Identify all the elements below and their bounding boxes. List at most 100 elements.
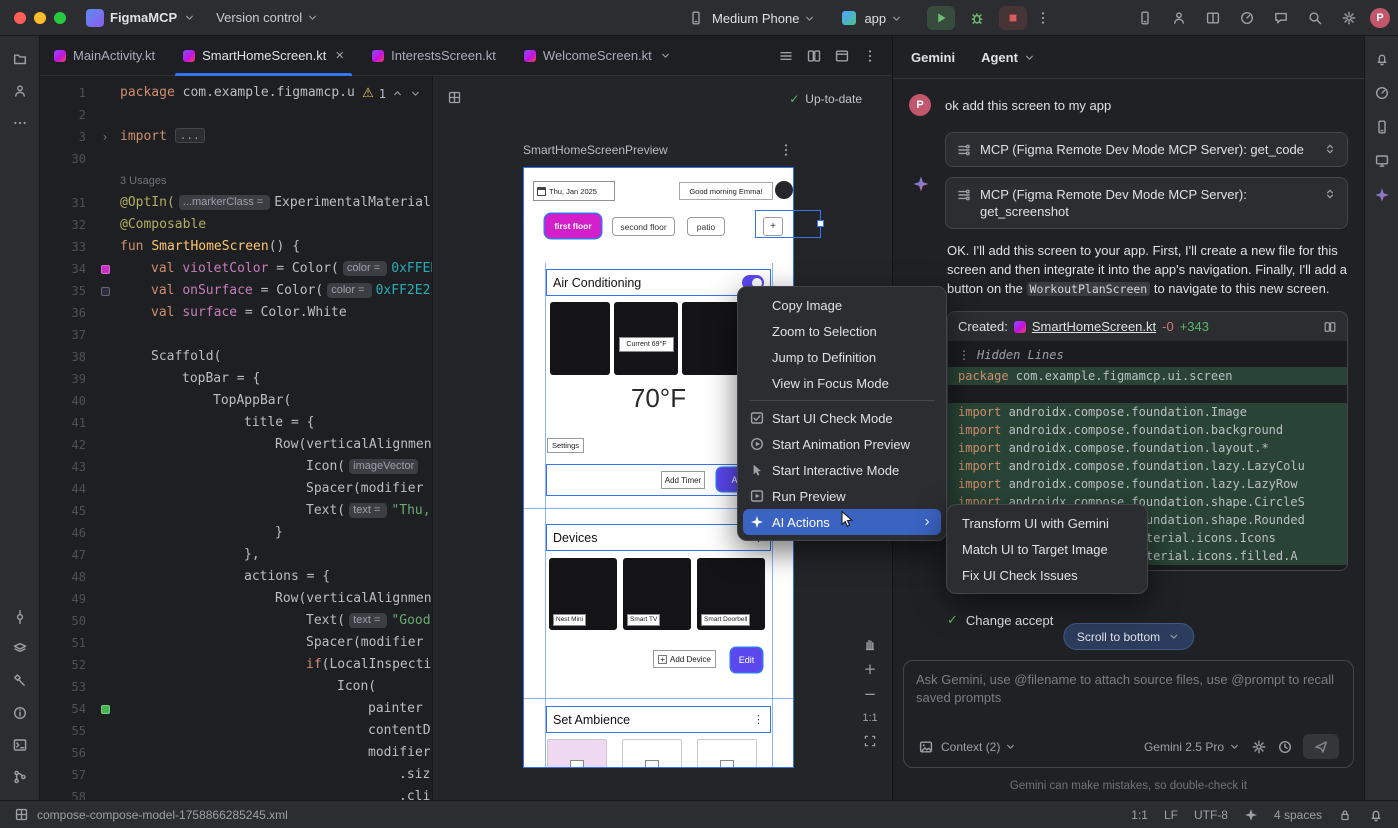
commit-icon[interactable] <box>7 604 33 630</box>
add-timer-button[interactable]: Add Timer <box>661 471 705 489</box>
chat-history-clock-icon[interactable] <box>1277 739 1293 755</box>
code-line[interactable]: 46} <box>40 522 432 544</box>
notifications-icon[interactable] <box>1368 807 1384 823</box>
profiler-icon[interactable] <box>1369 80 1395 106</box>
tab-mainactivity-kt[interactable]: MainActivity.kt <box>40 36 169 75</box>
code-line[interactable]: 58.cli <box>40 786 432 800</box>
device-card-smart-doorbell[interactable]: Smart Doorbell <box>697 558 765 630</box>
attach-image-icon[interactable] <box>918 739 934 755</box>
device-selector[interactable]: Medium Phone <box>712 11 816 26</box>
code-line[interactable]: 56modifier <box>40 742 432 764</box>
ambience-card[interactable] <box>697 739 757 768</box>
gemini-status-icon[interactable] <box>1244 808 1258 822</box>
code-line[interactable]: 3›import ... <box>40 126 432 148</box>
ambience-card[interactable] <box>547 739 607 768</box>
detach-editor-icon[interactable] <box>834 48 850 64</box>
zoom-level[interactable]: 1:1 <box>862 712 877 724</box>
add-device-button[interactable]: + Add Device <box>653 650 716 668</box>
tool-call-card[interactable]: MCP (Figma Remote Dev Mode MCP Server): … <box>945 132 1348 167</box>
zoom-to-fit-icon[interactable] <box>863 734 877 748</box>
search-everywhere-icon[interactable] <box>1302 6 1328 30</box>
filter-chip-first-floor[interactable]: first floor <box>545 214 601 238</box>
code-line[interactable]: 48actions = { <box>40 566 432 588</box>
code-line[interactable]: 33fun SmartHomeScreen() { <box>40 236 432 258</box>
code-line[interactable]: 34val violetColor = Color(color = 0xFFEB <box>40 258 432 280</box>
code-line[interactable]: 43Icon(imageVector <box>40 456 432 478</box>
chat-settings-gear-icon[interactable] <box>1251 739 1267 755</box>
editor-layout-icon[interactable] <box>1200 6 1226 30</box>
editor-list-icon[interactable] <box>778 48 794 64</box>
readonly-lock-icon[interactable] <box>1338 808 1352 822</box>
editor-options-kebab-icon[interactable] <box>862 48 878 64</box>
project-folder-icon[interactable] <box>7 46 33 72</box>
resize-handle[interactable] <box>817 220 824 227</box>
code-line[interactable]: 39topBar = { <box>40 368 432 390</box>
edit-button[interactable]: Edit <box>731 648 762 672</box>
menu-item-start-animation-preview[interactable]: Start Animation Preview <box>743 431 941 457</box>
line-separator[interactable]: LF <box>1164 808 1178 822</box>
code-line[interactable]: 30 <box>40 148 432 170</box>
zoom-window-button[interactable] <box>54 12 66 24</box>
terminal-icon[interactable] <box>7 732 33 758</box>
layers-icon[interactable] <box>7 636 33 662</box>
project-switcher[interactable]: FigmaMCP <box>86 9 196 27</box>
selection-bounds[interactable] <box>755 210 821 238</box>
tool-call-card[interactable]: MCP (Figma Remote Dev Mode MCP Server): … <box>945 177 1348 229</box>
kebab-icon[interactable]: ⋮ <box>753 713 764 726</box>
context-selector[interactable]: Context (2) <box>941 740 1017 754</box>
code-line[interactable]: 40TopAppBar( <box>40 390 432 412</box>
settings-chip[interactable]: Settings <box>547 438 584 453</box>
ambience-card[interactable] <box>622 739 682 768</box>
caret-position[interactable]: 1:1 <box>1131 808 1148 822</box>
device-manager-icon[interactable] <box>1132 6 1158 30</box>
code-line[interactable]: 41title = { <box>40 412 432 434</box>
notifications-bell-icon[interactable] <box>1369 46 1395 72</box>
code-line[interactable]: 57.siz <box>40 764 432 786</box>
zoom-out-button[interactable]: − <box>864 687 877 702</box>
tab-smarthomescreen-kt[interactable]: SmartHomeScreen.kt × <box>169 36 358 75</box>
problems-icon[interactable] <box>7 700 33 726</box>
build-icon[interactable] <box>7 668 33 694</box>
send-button[interactable] <box>1303 734 1339 759</box>
code-line[interactable]: 45Text(text = "Thu, <box>40 500 432 522</box>
debug-button[interactable] <box>963 6 991 30</box>
menu-item-copy-image[interactable]: Copy Image <box>743 292 941 318</box>
code-line[interactable]: 54painter <box>40 698 432 720</box>
gemini-chat-icon[interactable] <box>1268 6 1294 30</box>
code-line[interactable]: 42Row(verticalAlignmen <box>40 434 432 456</box>
preview-title[interactable]: SmartHomeScreenPreview <box>523 143 668 157</box>
usages-hint[interactable]: 3 Usages <box>40 170 432 192</box>
date-chip[interactable]: Thu, Jan 2025 <box>533 181 615 201</box>
expand-collapse-icon[interactable] <box>1323 142 1337 156</box>
color-preview-swatch[interactable] <box>101 265 110 274</box>
next-issue-chevron-icon[interactable] <box>409 87 422 100</box>
settings-gear-icon[interactable] <box>1336 6 1362 30</box>
stop-button[interactable] <box>999 6 1027 30</box>
inspection-widget[interactable]: ⚠ 1 <box>362 86 422 101</box>
code-editor[interactable]: ⚠ 1 1package com.example.figmamcp.u23›im… <box>40 76 432 800</box>
more-actions-kebab-icon[interactable] <box>1035 10 1051 26</box>
profile-avatar[interactable] <box>775 181 793 199</box>
minimize-window-button[interactable] <box>34 12 46 24</box>
indent-config[interactable]: 4 spaces <box>1274 808 1322 822</box>
color-preview-swatch[interactable] <box>101 287 110 296</box>
menu-item-ai-actions[interactable]: AI Actions <box>743 509 941 535</box>
running-devices-icon[interactable] <box>1369 148 1395 174</box>
hidden-lines-row[interactable]: ⋮Hidden Lines <box>948 346 1347 367</box>
version-control-icon[interactable] <box>7 764 33 790</box>
vcs-widget[interactable]: Version control <box>216 10 319 25</box>
menu-item-jump-to-definition[interactable]: Jump to Definition <box>743 344 941 370</box>
run-config-selector[interactable]: app <box>864 11 903 26</box>
device-explorer-icon[interactable] <box>1369 114 1395 140</box>
zoom-in-button[interactable]: + <box>864 662 877 677</box>
file-encoding[interactable]: UTF-8 <box>1194 808 1228 822</box>
expand-collapse-icon[interactable] <box>1323 187 1337 201</box>
tab-agent[interactable]: Agent <box>981 50 1036 65</box>
code-line[interactable]: 53Icon( <box>40 676 432 698</box>
code-line[interactable]: 31@OptIn(...markerClass = ExperimentalMa… <box>40 192 432 214</box>
tab-welcomescreen-kt[interactable]: WelcomeScreen.kt <box>510 36 686 75</box>
code-line[interactable]: 49Row(verticalAlignmen <box>40 588 432 610</box>
scroll-to-bottom-button[interactable]: Scroll to bottom <box>1063 623 1194 650</box>
menu-item-start-interactive-mode[interactable]: Start Interactive Mode <box>743 457 941 483</box>
code-line[interactable]: 35val onSurface = Color(color = 0xFF2E2 <box>40 280 432 302</box>
